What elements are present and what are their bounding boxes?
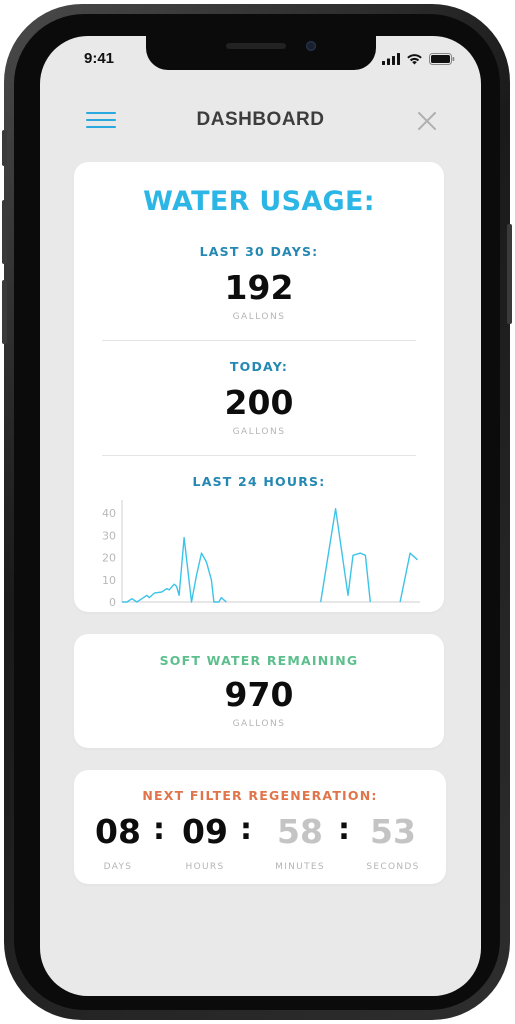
cellular-signal-icon <box>382 53 400 65</box>
soft-water-unit: GALLONS <box>232 719 286 729</box>
volume-down-button <box>2 280 7 344</box>
last-30-days-label: LAST 30 DAYS: <box>199 244 319 259</box>
chart-y-tick-label: 10 <box>102 574 116 587</box>
chart-y-tick-label: 40 <box>102 507 116 520</box>
soft-water-card: SOFT WATER REMAINING 970 GALLONS <box>74 634 444 748</box>
volume-up-button <box>2 200 7 264</box>
chart-series-line <box>399 552 418 603</box>
last-30-days-unit: GALLONS <box>232 312 286 322</box>
chart-y-tick-label: 0 <box>109 596 116 608</box>
mute-switch <box>2 130 7 166</box>
speaker-grille <box>226 43 286 49</box>
countdown-minutes-unit: MINUTES <box>275 862 325 872</box>
countdown-minutes-value: 58 <box>277 812 323 851</box>
close-icon <box>418 112 436 130</box>
countdown-separator: : <box>153 812 165 847</box>
countdown-separator: : <box>338 812 350 847</box>
phone-frame: 9:41 DASHBOARD WATER USAGE: LAST 30 DAYS… <box>2 4 512 1020</box>
today-unit: GALLONS <box>232 427 286 437</box>
last-24-hours-label: LAST 24 HOURS: <box>192 474 326 489</box>
screen: 9:41 DASHBOARD WATER USAGE: LAST 30 DAYS… <box>40 36 481 996</box>
countdown: 08 : 09 : 58 : 53 DAYS HOURS MINUTES SEC… <box>74 812 446 882</box>
notch <box>146 36 376 70</box>
wifi-icon <box>407 54 422 65</box>
battery-icon <box>429 53 455 65</box>
countdown-separator: : <box>240 812 252 847</box>
soft-water-label: SOFT WATER REMAINING <box>159 653 359 668</box>
chart-series-line <box>122 536 227 603</box>
countdown-seconds-unit: SECONDS <box>366 862 420 872</box>
header: DASHBOARD <box>40 106 481 136</box>
last-30-days-value: 192 <box>224 268 294 307</box>
countdown-hours-value: 09 <box>182 812 228 851</box>
front-camera <box>306 41 316 51</box>
status-icons <box>382 53 455 65</box>
countdown-days-value: 08 <box>95 812 141 851</box>
chart-series-line <box>320 507 371 603</box>
close-button[interactable] <box>416 110 438 132</box>
divider <box>102 455 416 456</box>
page-title: DASHBOARD <box>196 109 325 130</box>
soft-water-value: 970 <box>224 675 294 714</box>
today-value: 200 <box>224 383 294 422</box>
power-button <box>507 224 512 324</box>
regeneration-label: NEXT FILTER REGENERATION: <box>142 788 378 803</box>
status-time: 9:41 <box>84 50 115 67</box>
countdown-days-unit: DAYS <box>103 862 133 872</box>
today-label: TODAY: <box>229 359 289 374</box>
water-usage-title: WATER USAGE: <box>143 186 375 217</box>
divider <box>102 340 416 341</box>
chart-y-tick-label: 20 <box>102 552 116 565</box>
countdown-hours-unit: HOURS <box>185 862 225 872</box>
chart-y-tick-label: 30 <box>102 529 116 542</box>
last-24-hours-chart: 0 10 20 30 40 <box>102 500 420 608</box>
water-usage-card: WATER USAGE: LAST 30 DAYS: 192 GALLONS T… <box>74 162 444 612</box>
countdown-seconds-value: 53 <box>370 812 416 851</box>
filter-regeneration-card: NEXT FILTER REGENERATION: 08 : 09 : 58 :… <box>74 770 446 884</box>
